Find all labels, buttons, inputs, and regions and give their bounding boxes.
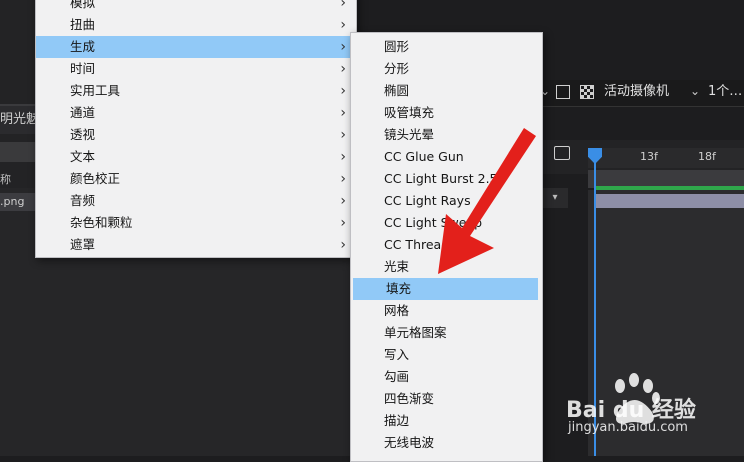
- menu-item-label: 文本: [70, 149, 96, 164]
- submenu-item[interactable]: 圆形: [351, 36, 542, 58]
- chevron-right-icon: ›: [340, 215, 346, 231]
- menu-item-label: 通道: [70, 105, 96, 120]
- menu-item-label: 音频: [70, 193, 96, 208]
- chevron-right-icon: ›: [340, 61, 346, 77]
- chevron-right-icon: ›: [340, 149, 346, 165]
- view-layout-dropdown[interactable]: 1个…: [708, 82, 742, 102]
- menu-item-label: 生成: [70, 39, 96, 54]
- submenu-item[interactable]: 四色渐变: [351, 388, 542, 410]
- menu-item[interactable]: 模拟 ›: [36, 0, 356, 14]
- camera-dropdown[interactable]: 活动摄像机: [604, 82, 669, 102]
- menu-item[interactable]: 生成 ›: [36, 36, 356, 58]
- name-column-header: 称: [0, 173, 11, 186]
- menu-item[interactable]: 实用工具 ›: [36, 80, 356, 102]
- composition-tab[interactable]: 明光魅: [0, 104, 36, 134]
- menu-item-label: 模拟: [70, 0, 96, 10]
- menu-item[interactable]: 透视 ›: [36, 124, 356, 146]
- menu-item-label: 扭曲: [70, 17, 96, 32]
- submenu-item[interactable]: 无线电波: [351, 432, 542, 454]
- transparency-grid-icon[interactable]: [580, 85, 594, 99]
- menu-item-label: 颜色校正: [70, 171, 121, 186]
- menu-item[interactable]: 颜色校正 ›: [36, 168, 356, 190]
- region-of-interest-icon[interactable]: [556, 85, 570, 99]
- chevron-right-icon: ›: [340, 237, 346, 253]
- menu-item[interactable]: 通道 ›: [36, 102, 356, 124]
- camera-label: 活动摄像机: [604, 84, 670, 99]
- watermark-url: jingyan.baidu.com: [568, 420, 688, 435]
- submenu-item[interactable]: 分形: [351, 58, 542, 80]
- menu-item[interactable]: 音频 ›: [36, 190, 356, 212]
- ruler-tick-label: 13f: [640, 150, 658, 163]
- menu-item-label: 时间: [70, 61, 96, 76]
- chevron-right-icon: ›: [340, 127, 346, 143]
- submenu-item[interactable]: 勾画: [351, 366, 542, 388]
- chevron-right-icon: ›: [340, 17, 346, 33]
- submenu-item[interactable]: 椭圆: [351, 80, 542, 102]
- menu-item-label: 透视: [70, 127, 96, 142]
- effects-menu: 模拟 › 扭曲 › 生成 › 时间 › 实用工具 › 通道 › 透视 › 文本 › 颜色校正 › 音频 › 杂色和颗粒 ›…: [35, 0, 357, 258]
- chevron-right-icon: ›: [340, 171, 346, 187]
- menu-item[interactable]: 时间 ›: [36, 58, 356, 80]
- menu-item[interactable]: 杂色和颗粒 ›: [36, 212, 356, 234]
- submenu-item[interactable]: 写入: [351, 344, 542, 366]
- ruler-tick-label: 18f: [698, 150, 716, 163]
- time-ruler[interactable]: [588, 148, 744, 168]
- submenu-item[interactable]: 吸管填充: [351, 102, 542, 124]
- annotation-arrow: [438, 128, 536, 274]
- submenu-item[interactable]: 网格: [351, 300, 542, 322]
- menu-item-label: 实用工具: [70, 83, 121, 98]
- submenu-item[interactable]: 单元格图案: [351, 322, 542, 344]
- menu-item[interactable]: 遮罩 ›: [36, 234, 356, 256]
- chevron-right-icon: ›: [340, 83, 346, 99]
- menu-item-label: 遮罩: [70, 237, 96, 252]
- menu-item-label: 杂色和颗粒: [70, 215, 133, 230]
- composition-flowchart-icon[interactable]: [554, 146, 570, 160]
- menu-item[interactable]: 文本 ›: [36, 146, 356, 168]
- chevron-right-icon: ›: [340, 193, 346, 209]
- chevron-down-icon[interactable]: ⌄: [690, 84, 700, 98]
- search-bar[interactable]: [0, 142, 36, 162]
- annotation-arrow-shape: [438, 128, 536, 274]
- menu-item[interactable]: 扭曲 ›: [36, 14, 356, 36]
- layer-duration-bar[interactable]: [596, 194, 744, 208]
- chevron-right-icon: ›: [340, 39, 346, 55]
- chevron-right-icon: ›: [340, 105, 346, 121]
- layer-row[interactable]: .png: [0, 193, 36, 211]
- chevron-right-icon: ›: [340, 0, 346, 11]
- submenu-item[interactable]: 描边: [351, 410, 542, 432]
